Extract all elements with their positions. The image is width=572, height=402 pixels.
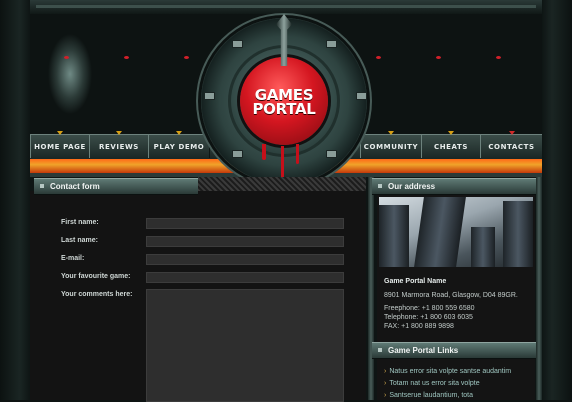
- address-fax: FAX: +1 800 889 9898: [384, 323, 454, 330]
- building-shape: [414, 197, 466, 267]
- nav-reviews[interactable]: REVIEWS: [89, 131, 149, 158]
- address-street: 8901 Marmora Road, Glasgow, D04 89GR.: [384, 292, 518, 299]
- link-text: Totam nat us error sita volpte: [389, 380, 480, 387]
- bolt-icon: [204, 92, 215, 100]
- links-title: Game Portal Links: [388, 346, 459, 355]
- arrow-icon: ›: [384, 380, 387, 387]
- nav-label: REVIEWS: [99, 143, 139, 151]
- our-address-header: Our address: [372, 178, 536, 195]
- address-telephone: Telephone: +1 800 603 6035: [384, 314, 473, 321]
- logo-line-2: PORTAL: [252, 100, 316, 118]
- address-name-text: Game Portal Name: [384, 278, 447, 285]
- skull-eye: [64, 56, 69, 59]
- nav-home-page[interactable]: HOME PAGE: [30, 131, 90, 158]
- skull-eye: [376, 56, 381, 59]
- first-name-field[interactable]: [146, 218, 344, 229]
- nav-cheats[interactable]: CHEATS: [421, 131, 481, 158]
- last-name-label: Last name:: [61, 237, 98, 244]
- nav-contacts[interactable]: CONTACTS: [480, 131, 543, 158]
- building-shape: [379, 205, 409, 267]
- link-item[interactable]: › Santserue laudantium, tota: [384, 392, 473, 399]
- our-address-title: Our address: [388, 182, 436, 191]
- comments-label: Your comments here:: [61, 291, 133, 298]
- blood-drip: [262, 144, 266, 160]
- nav-marker-icon: [388, 131, 394, 135]
- link-text: Santserue laudantium, tota: [389, 392, 474, 399]
- column-divider-rail: [368, 177, 374, 400]
- blood-drip: [296, 144, 299, 164]
- bolt-icon: [232, 40, 243, 48]
- nav-marker-icon: [176, 131, 182, 135]
- nav-label: COMMUNITY: [363, 143, 419, 151]
- bolt-icon: [326, 150, 337, 158]
- skull-eye: [496, 56, 501, 59]
- nav-marker-icon: [508, 131, 515, 135]
- bolt-icon: [326, 40, 337, 48]
- contact-form-header: Contact form: [34, 178, 198, 195]
- arrow-icon: ›: [384, 368, 387, 375]
- building-shape: [471, 227, 495, 267]
- nav-play-demo[interactable]: PLAY DEMO: [148, 131, 210, 158]
- building-shape: [503, 201, 533, 267]
- nav-label: HOME PAGE: [34, 143, 86, 151]
- city-building-photo: [379, 197, 533, 267]
- logo-text[interactable]: GAMES PORTAL: [240, 88, 328, 118]
- nav-community[interactable]: COMMUNITY: [360, 131, 422, 158]
- skull-eye: [184, 56, 189, 59]
- nav-marker-icon: [116, 131, 122, 135]
- link-item[interactable]: › Totam nat us error sita volpte: [384, 380, 480, 387]
- first-name-label: First name:: [61, 219, 99, 226]
- address-freephone: Freephone: +1 800 559 6580: [384, 305, 475, 312]
- nav-marker-icon: [57, 131, 63, 135]
- arrow-icon: ›: [384, 392, 387, 399]
- link-item[interactable]: › Natus error sita volpte santse audantim: [384, 368, 511, 375]
- nav-label: CONTACTS: [488, 143, 535, 151]
- bolt-icon: [356, 92, 367, 100]
- diagonal-hatch-strip: [198, 177, 366, 191]
- top-rail: [30, 0, 542, 15]
- comments-textarea[interactable]: [146, 289, 344, 402]
- header-square-icon: [40, 184, 44, 189]
- email-field[interactable]: [146, 254, 344, 265]
- skull-eye: [124, 56, 129, 59]
- header-square-icon: [378, 348, 382, 353]
- links-header: Game Portal Links: [372, 342, 536, 359]
- right-rail: [536, 177, 542, 400]
- skull-eye: [436, 56, 441, 59]
- email-label: E-mail:: [61, 255, 85, 262]
- bolt-icon: [232, 150, 243, 158]
- favourite-game-field[interactable]: [146, 272, 344, 283]
- nav-label: PLAY DEMO: [153, 143, 205, 151]
- last-name-field[interactable]: [146, 236, 344, 247]
- header-square-icon: [378, 184, 382, 189]
- link-text: Natus error sita volpte santse audantim: [389, 368, 512, 375]
- favourite-game-label: Your favourite game:: [61, 273, 131, 280]
- nav-marker-icon: [448, 131, 454, 135]
- nav-label: CHEATS: [433, 143, 469, 151]
- address-name: Game Portal Name: [384, 277, 446, 286]
- contact-form-title: Contact form: [50, 182, 100, 191]
